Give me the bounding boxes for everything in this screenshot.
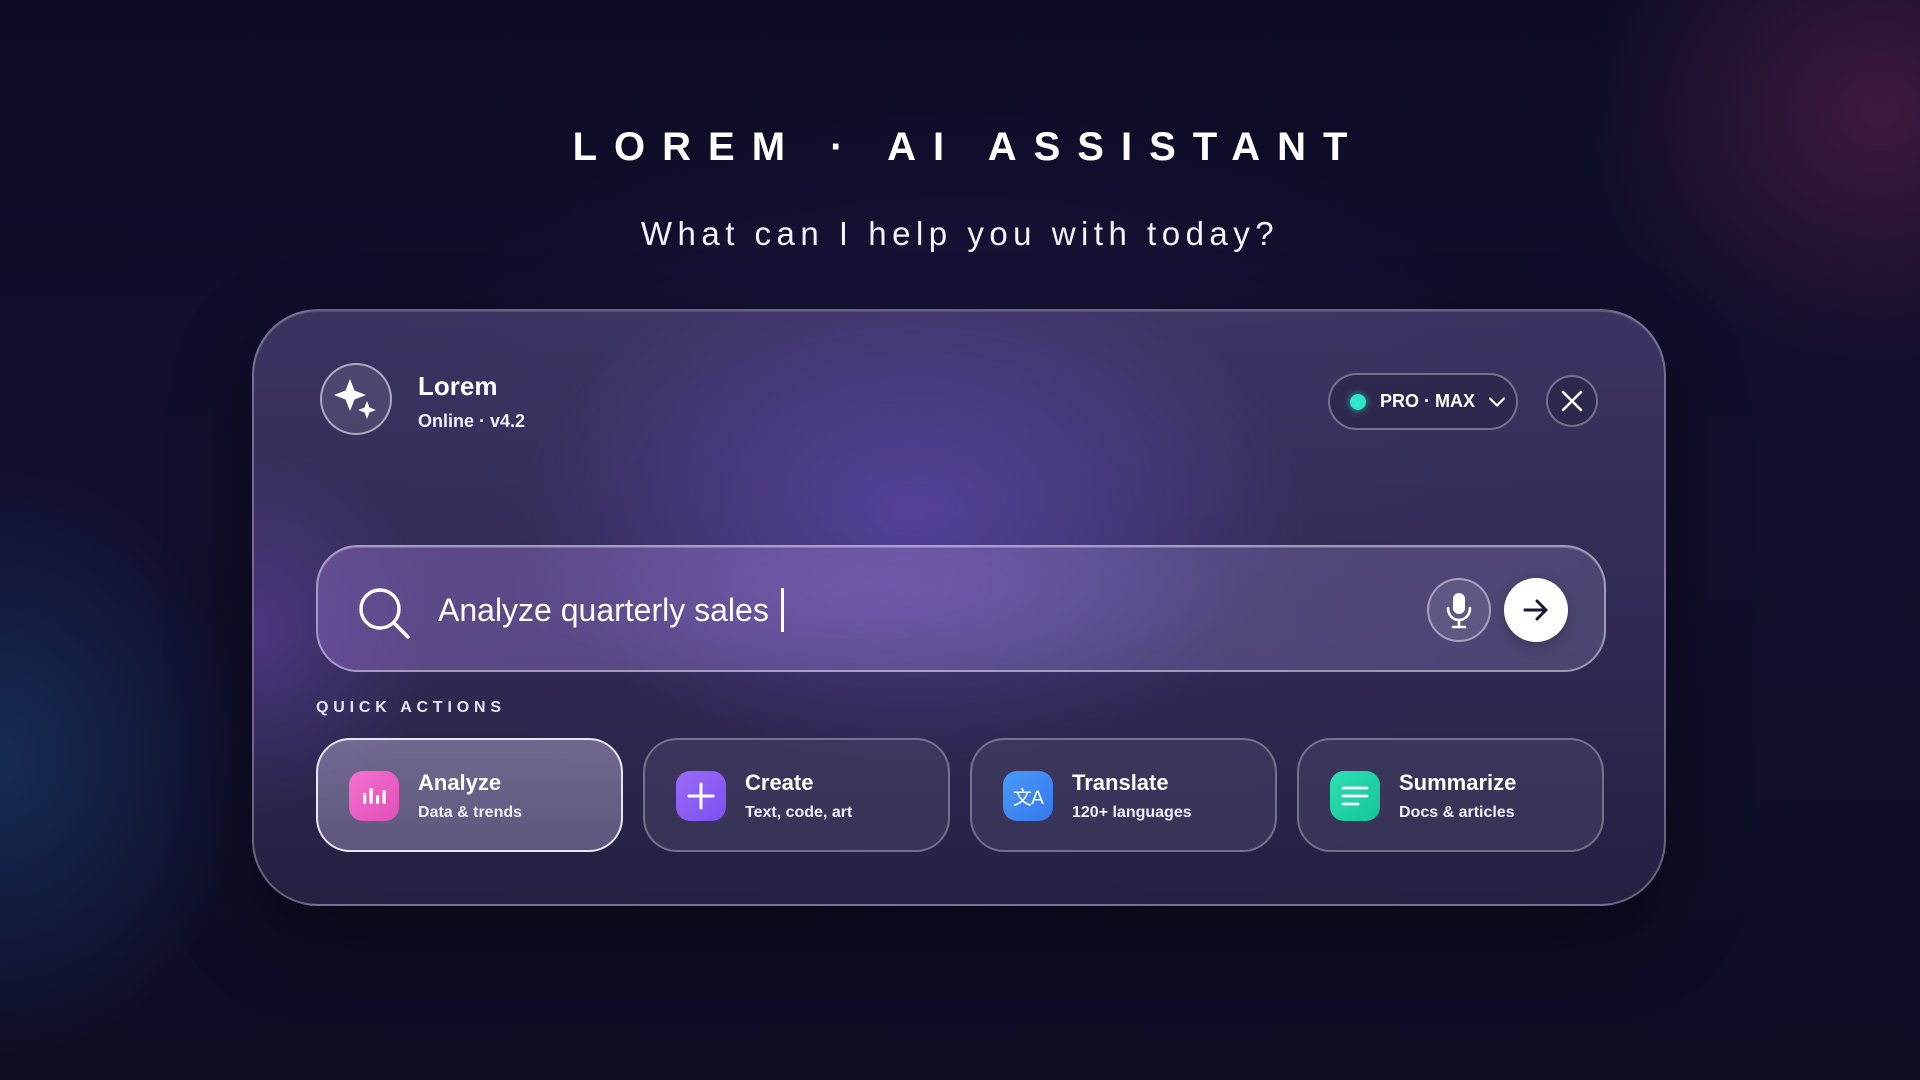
quick-action-analyze[interactable]: Analyze Data & trends: [316, 738, 623, 852]
sparkle-icon: [334, 379, 376, 419]
search-input[interactable]: Analyze quarterly sales: [438, 581, 1278, 639]
action-description: Data & trends: [418, 804, 523, 821]
plan-label: PRO · MAX: [1380, 391, 1476, 411]
action-title: Summarize: [1399, 770, 1517, 795]
search-icon: [359, 588, 410, 639]
quick-action-create[interactable]: Create Text, code, art: [643, 738, 950, 852]
arrow-right-icon: [1523, 599, 1548, 621]
plan-status-dot: [1350, 393, 1366, 410]
assistant-name: Lorem: [418, 371, 498, 401]
assistant-panel: Lorem Online · v4.2 PRO · MAX Analyze qu…: [252, 309, 1666, 906]
quick-action-translate[interactable]: 文A Translate 120+ languages: [970, 738, 1277, 852]
microphone-icon: [1446, 593, 1472, 629]
assistant-avatar: [320, 363, 392, 435]
text-caret: [780, 588, 784, 632]
plus-icon: [676, 771, 726, 821]
close-button[interactable]: [1546, 375, 1598, 427]
chevron-down-icon: [1487, 392, 1507, 412]
action-title: Analyze: [418, 770, 502, 795]
action-description: 120+ languages: [1072, 804, 1192, 821]
page-subtitle: What can I help you with today?: [640, 215, 1280, 252]
search-input-value: Analyze quarterly sales: [438, 592, 769, 628]
action-description: Text, code, art: [745, 804, 853, 821]
microphone-button[interactable]: [1427, 578, 1491, 642]
action-title: Create: [745, 770, 814, 795]
translate-glyph: 文A: [1013, 786, 1044, 809]
assistant-status: Online · v4.2: [418, 411, 526, 431]
action-description: Docs & articles: [1399, 804, 1515, 821]
translate-icon: 文A: [1003, 771, 1053, 821]
quick-actions-label: QUICK ACTIONS: [316, 699, 506, 716]
close-icon: [1561, 390, 1583, 412]
lines-icon: [1330, 771, 1380, 821]
search-bar: Analyze quarterly sales: [316, 545, 1606, 672]
send-button[interactable]: [1504, 578, 1568, 642]
plan-selector[interactable]: PRO · MAX: [1328, 373, 1518, 430]
quick-actions-list: Analyze Data & trends Create Text, code,…: [316, 738, 1606, 852]
bar-chart-icon: [349, 771, 399, 821]
quick-action-summarize[interactable]: Summarize Docs & articles: [1297, 738, 1604, 852]
page-title: LOREM · AI ASSISTANT: [572, 125, 1365, 169]
action-title: Translate: [1072, 770, 1169, 795]
